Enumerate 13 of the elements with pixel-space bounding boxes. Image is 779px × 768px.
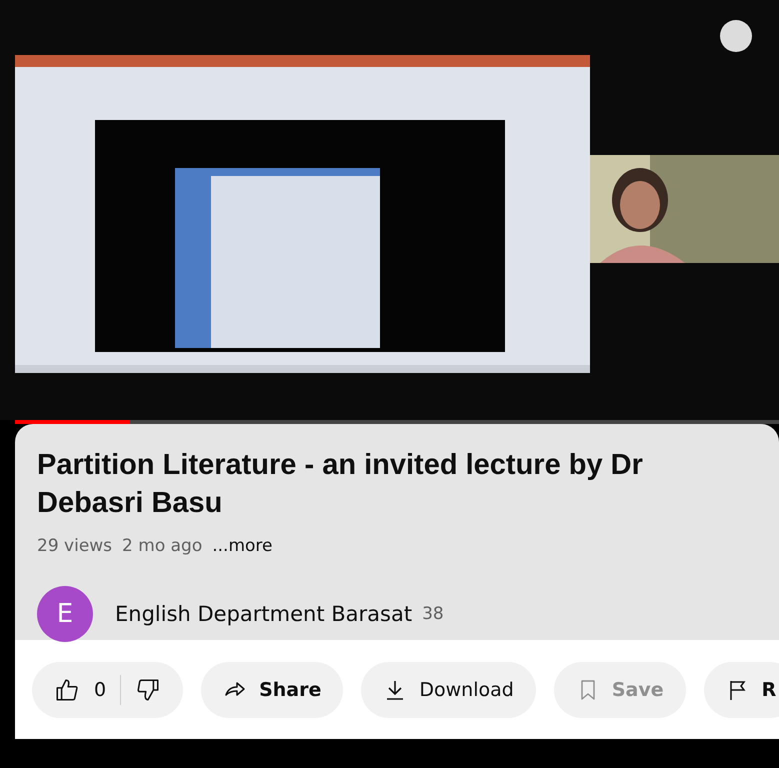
share-button[interactable]: Share <box>201 662 344 718</box>
more-link[interactable]: ...more <box>212 536 272 556</box>
report-button[interactable]: R <box>704 662 779 718</box>
thumbs-down-icon[interactable] <box>135 676 162 702</box>
upload-age: 2 mo ago <box>122 536 202 556</box>
download-button[interactable]: Download <box>361 662 536 718</box>
thumbs-up-icon[interactable] <box>54 676 80 702</box>
subscriber-count: 38 <box>422 604 444 624</box>
video-title: Partition Literature - an invited lecture by Dr Debasri Basu <box>37 448 644 521</box>
view-count: 29 views <box>37 536 112 556</box>
channel-name[interactable]: English Department Barasat <box>115 602 412 626</box>
channel-avatar[interactable]: E <box>37 586 93 642</box>
like-count: 0 <box>94 678 106 700</box>
